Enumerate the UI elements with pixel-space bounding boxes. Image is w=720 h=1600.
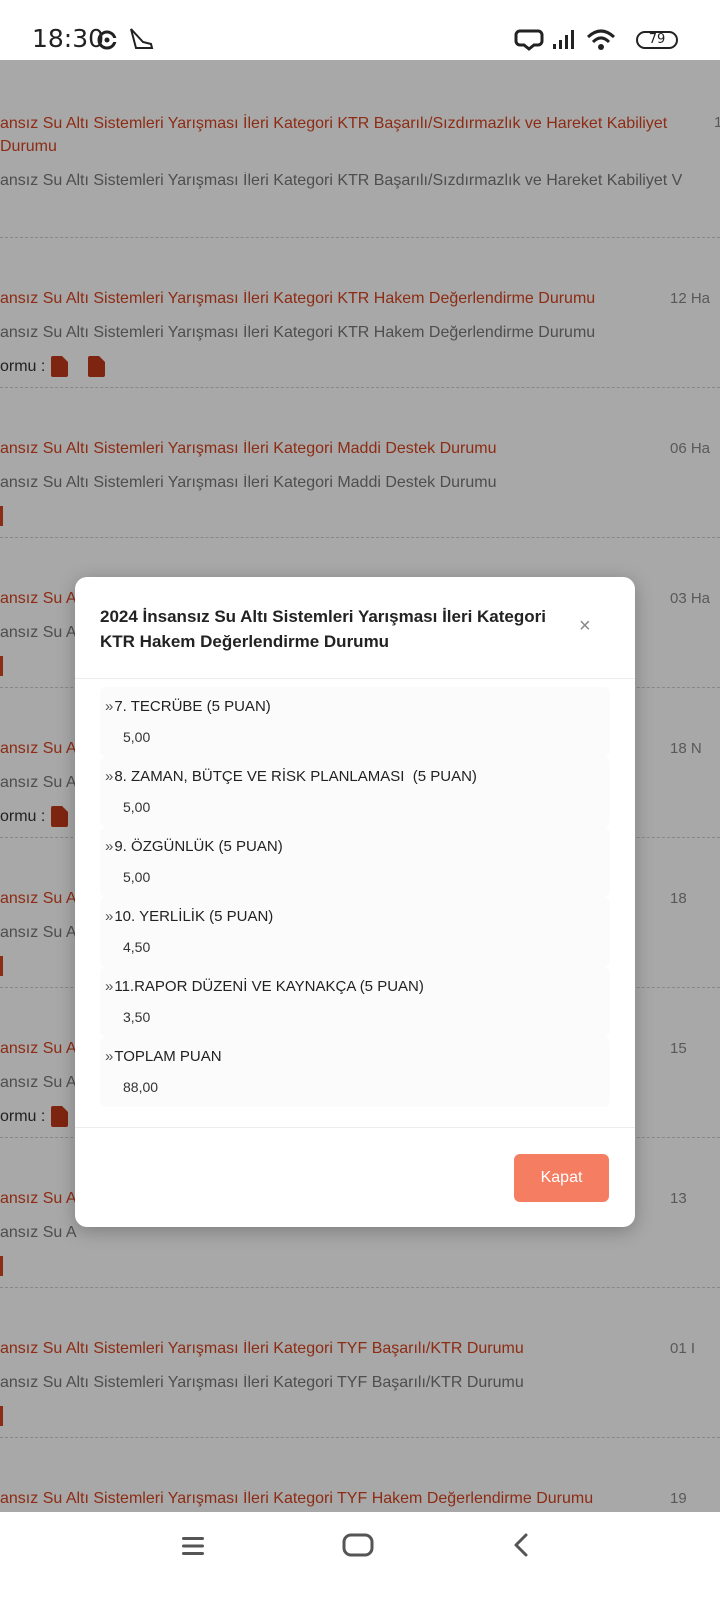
wifi-icon (586, 29, 616, 50)
score-item: »9. ÖZGÜNLÜK (5 PUAN) 5,00 (100, 827, 610, 897)
double-chevron-icon: » (105, 698, 114, 715)
score-value: 5,00 (123, 799, 151, 815)
airplane-app-icon (130, 28, 154, 49)
score-label: 9. ÖZGÜNLÜK (5 PUAN) (114, 838, 283, 855)
clock: 18:30 (32, 24, 105, 53)
home-icon[interactable] (342, 1533, 374, 1557)
double-chevron-icon: » (105, 978, 114, 995)
score-label: 10. YERLİLİK (5 PUAN) (114, 908, 274, 925)
score-value: 5,00 (123, 869, 151, 885)
score-value: 88,00 (123, 1079, 159, 1095)
navigation-bar (0, 1512, 720, 1600)
score-label: TOPLAM PUAN (114, 1048, 222, 1065)
menu-icon[interactable] (181, 1535, 205, 1557)
score-value: 4,50 (123, 939, 151, 955)
score-value: 5,00 (123, 729, 151, 745)
score-item: »7. TECRÜBE (5 PUAN) 5,00 (100, 687, 610, 757)
status-bar: 18:30 79 (0, 0, 720, 60)
score-item: »11.RAPOR DÜZENİ VE KAYNAKÇA (5 PUAN) 3,… (100, 967, 610, 1037)
back-icon[interactable] (512, 1532, 530, 1558)
score-value: 3,50 (123, 1009, 151, 1025)
sync-icon (97, 30, 118, 50)
double-chevron-icon: » (105, 838, 114, 855)
close-button[interactable]: Kapat (514, 1154, 609, 1202)
dialog-body: »7. TECRÜBE (5 PUAN) 5,00 »8. ZAMAN, BÜT… (100, 687, 610, 1107)
score-item: »10. YERLİLİK (5 PUAN) 4,50 (100, 897, 610, 967)
dialog-header: 2024 İnsansız Su Altı Sistemleri Yarışma… (75, 577, 635, 679)
score-label: 8. ZAMAN, BÜTÇE VE RİSK PLANLAMASI (5 PU… (114, 768, 477, 785)
score-label: 7. TECRÜBE (5 PUAN) (114, 698, 271, 715)
score-dialog: 2024 İnsansız Su Altı Sistemleri Yarışma… (75, 577, 635, 1227)
dialog-title: 2024 İnsansız Su Altı Sistemleri Yarışma… (100, 607, 546, 651)
double-chevron-icon: » (105, 1048, 114, 1065)
double-chevron-icon: » (105, 768, 114, 785)
battery-icon: 79 (636, 31, 678, 49)
close-icon[interactable]: × (579, 615, 591, 638)
dialog-footer: Kapat (75, 1127, 635, 1227)
score-label: 11.RAPOR DÜZENİ VE KAYNAKÇA (5 PUAN) (114, 978, 424, 995)
signal-icon (553, 30, 574, 49)
double-chevron-icon: » (105, 908, 114, 925)
score-item: »TOPLAM PUAN 88,00 (100, 1037, 610, 1107)
hotspot-icon (514, 29, 544, 51)
score-item: »8. ZAMAN, BÜTÇE VE RİSK PLANLAMASI (5 P… (100, 757, 610, 827)
